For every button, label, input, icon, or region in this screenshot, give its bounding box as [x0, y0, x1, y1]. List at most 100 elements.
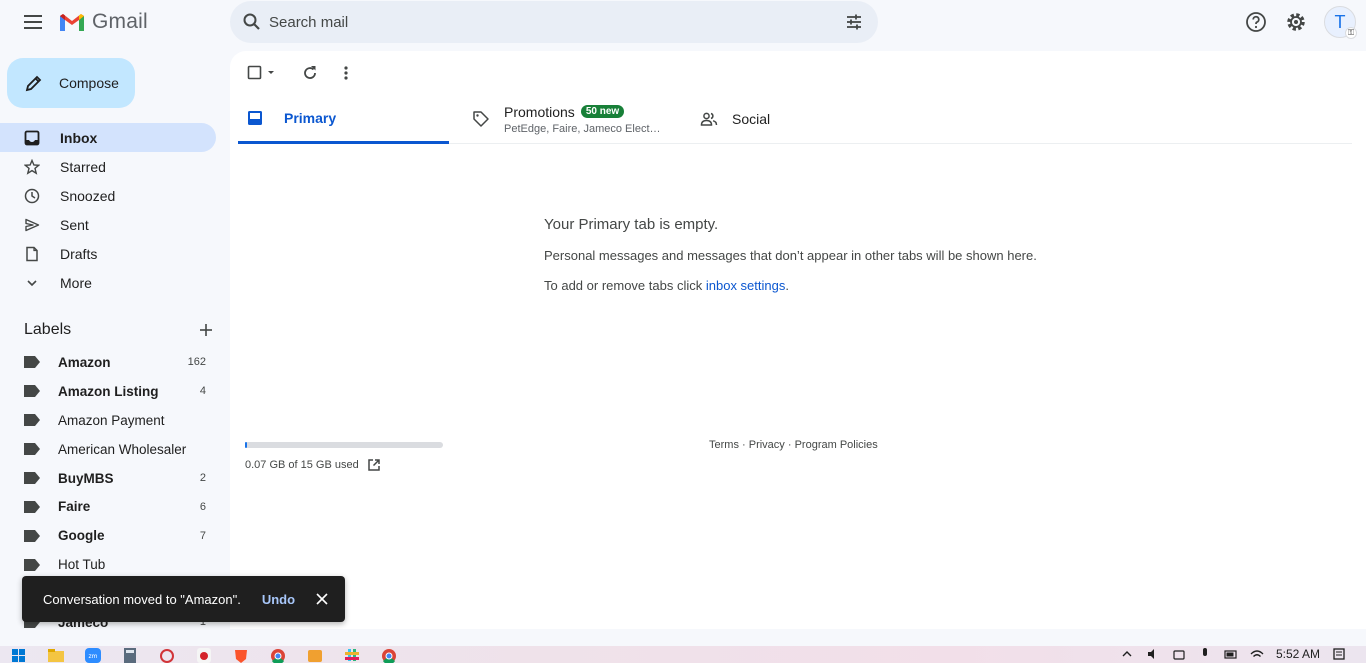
- send-icon: [25, 218, 40, 231]
- slack-icon[interactable]: [341, 647, 363, 663]
- close-icon[interactable]: [315, 592, 329, 606]
- clock-time[interactable]: 5:52 AM: [1276, 647, 1320, 661]
- create-label-plus-icon[interactable]: [198, 322, 214, 338]
- file-explorer-icon[interactable]: [45, 647, 67, 663]
- wifi-icon[interactable]: [1250, 647, 1264, 661]
- terms-link[interactable]: Terms: [709, 439, 739, 451]
- more-vert-icon[interactable]: [336, 63, 356, 83]
- snipping-tool-icon[interactable]: [156, 647, 178, 663]
- promotions-senders: PetEdge, Faire, Jameco Electro...: [504, 122, 664, 135]
- sidebar-item-sent[interactable]: Sent: [0, 210, 216, 239]
- zoom-app-icon[interactable]: zm: [82, 647, 104, 663]
- tab-social[interactable]: Social: [700, 94, 860, 144]
- tab-label: Promotions: [504, 103, 575, 120]
- account-avatar[interactable]: T ⚿: [1324, 6, 1357, 39]
- label-item-amazon-payment[interactable]: Amazon Payment: [0, 406, 216, 435]
- search-icon[interactable]: [242, 12, 262, 32]
- sidebar-item-drafts[interactable]: Drafts: [0, 239, 216, 268]
- system-tray: 5:52 AM: [1120, 647, 1346, 661]
- draft-icon: [26, 246, 38, 261]
- label-name: Faire: [58, 499, 91, 515]
- top-header: Gmail T ⚿: [0, 0, 1366, 44]
- main-panel: Primary Promotions 50 new PetEdge, Faire…: [230, 51, 1366, 629]
- search-bar[interactable]: [230, 1, 878, 43]
- tab-primary[interactable]: Primary: [238, 94, 449, 144]
- undo-button[interactable]: Undo: [262, 592, 295, 607]
- help-icon[interactable]: [1245, 11, 1267, 33]
- empty-state-description: Personal messages and messages that don’…: [544, 248, 1037, 263]
- select-dropdown-icon[interactable]: [265, 63, 277, 83]
- chrome-active-icon[interactable]: [378, 647, 400, 663]
- label-name: Amazon Payment: [58, 412, 165, 428]
- label-name: American Wholesaler: [58, 441, 187, 457]
- sidebar-item-snoozed[interactable]: Snoozed: [0, 181, 216, 210]
- sidebar-item-more[interactable]: More: [0, 268, 216, 297]
- empty-state-hint: To add or remove tabs click inbox settin…: [544, 278, 1037, 293]
- camera-icon[interactable]: [1172, 647, 1186, 661]
- sidebar-item-label: More: [60, 274, 92, 291]
- label-item-amazon-listing[interactable]: Amazon Listing 4: [0, 377, 216, 406]
- new-count-badge: 50 new: [580, 105, 625, 118]
- open-external-icon[interactable]: [367, 458, 381, 472]
- calculator-icon[interactable]: [119, 647, 141, 663]
- label-item-faire[interactable]: Faire 6: [0, 492, 216, 521]
- select-all-checkbox[interactable]: [245, 63, 265, 83]
- inbox-settings-link[interactable]: inbox settings: [706, 278, 786, 293]
- app-name: Gmail: [92, 10, 148, 33]
- label-item-american-wholesaler[interactable]: American Wholesaler: [0, 435, 216, 464]
- label-item-hot-tub[interactable]: Hot Tub: [0, 550, 216, 579]
- search-options-icon[interactable]: [844, 12, 864, 32]
- app-red-icon[interactable]: [193, 647, 215, 663]
- label-name: Amazon: [58, 354, 111, 370]
- hint-suffix: .: [785, 278, 789, 293]
- label-count: 4: [199, 385, 206, 398]
- footer-links: Terms · Privacy · Program Policies: [709, 439, 878, 451]
- sidebar-item-label: Drafts: [60, 245, 98, 262]
- footer-separator: ·: [738, 439, 749, 451]
- storage-bar-fill: [245, 442, 247, 448]
- empty-state-title: Your Primary tab is empty.: [544, 216, 719, 233]
- star-icon: [24, 158, 40, 175]
- chrome-icon[interactable]: [267, 647, 289, 663]
- os-taskbar: zm 5:52 AM: [0, 646, 1366, 663]
- hint-prefix: To add or remove tabs click: [544, 278, 706, 293]
- label-tag-icon: [24, 356, 40, 369]
- avatar-letter: T: [1334, 11, 1346, 32]
- search-input[interactable]: [269, 1, 829, 43]
- volume-icon[interactable]: [1146, 647, 1160, 661]
- tag-icon: [473, 111, 489, 127]
- inbox-icon: [24, 130, 40, 145]
- label-item-buymbs[interactable]: BuyMBS 2: [0, 464, 216, 493]
- privacy-link[interactable]: Privacy: [749, 439, 785, 451]
- microphone-icon[interactable]: [1198, 647, 1212, 661]
- chevron-up-icon[interactable]: [1120, 647, 1134, 661]
- tab-label: Social: [732, 111, 771, 127]
- label-name: Google: [58, 528, 105, 544]
- sidebar-item-inbox[interactable]: Inbox: [0, 123, 216, 152]
- notification-center-icon[interactable]: [1332, 647, 1346, 661]
- sidebar-item-label: Snoozed: [60, 187, 116, 204]
- label-tag-icon: [24, 385, 40, 398]
- label-item-google[interactable]: Google 7: [0, 521, 216, 550]
- label-count: 7: [199, 529, 206, 542]
- gmail-logo[interactable]: Gmail: [58, 10, 148, 34]
- battery-icon[interactable]: [1224, 647, 1238, 661]
- sidebar-item-label: Inbox: [60, 129, 98, 146]
- program-policies-link[interactable]: Program Policies: [795, 439, 878, 451]
- inbox-tabs: Primary Promotions 50 new PetEdge, Faire…: [238, 94, 1352, 144]
- sidebar-item-label: Sent: [60, 216, 89, 233]
- refresh-icon[interactable]: [300, 63, 320, 83]
- label-tag-icon: [24, 472, 40, 484]
- compose-button[interactable]: Compose: [7, 58, 135, 108]
- labels-title: Labels: [24, 321, 72, 338]
- app-orange-icon[interactable]: [304, 647, 326, 663]
- sidebar-item-starred[interactable]: Starred: [0, 152, 216, 181]
- settings-gear-icon[interactable]: [1285, 11, 1307, 33]
- windows-start-icon[interactable]: [8, 647, 30, 663]
- tab-promotions[interactable]: Promotions 50 new PetEdge, Faire, Jameco…: [472, 94, 672, 144]
- label-item-amazon[interactable]: Amazon 162: [0, 348, 216, 377]
- main-menu-button[interactable]: [20, 10, 46, 34]
- storage-bar: [245, 442, 443, 448]
- svg-text:zm: zm: [89, 653, 98, 660]
- brave-browser-icon[interactable]: [230, 647, 252, 663]
